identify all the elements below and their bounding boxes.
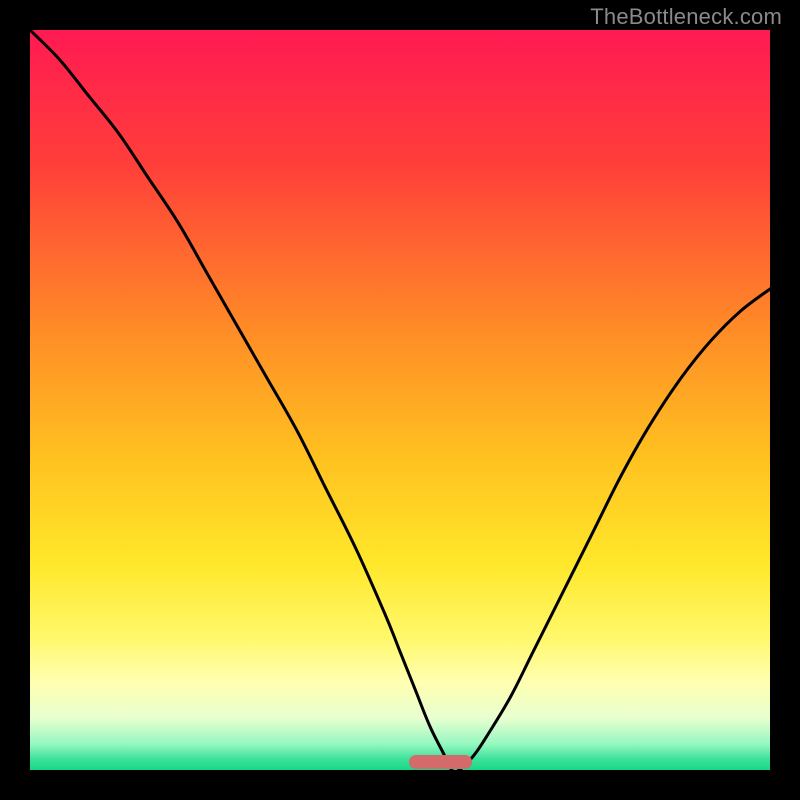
chart-frame: TheBottleneck.com bbox=[0, 0, 800, 800]
optimal-marker bbox=[409, 755, 472, 769]
bottleneck-curve bbox=[30, 30, 770, 770]
watermark-text: TheBottleneck.com bbox=[590, 4, 782, 30]
plot-area bbox=[30, 30, 770, 770]
